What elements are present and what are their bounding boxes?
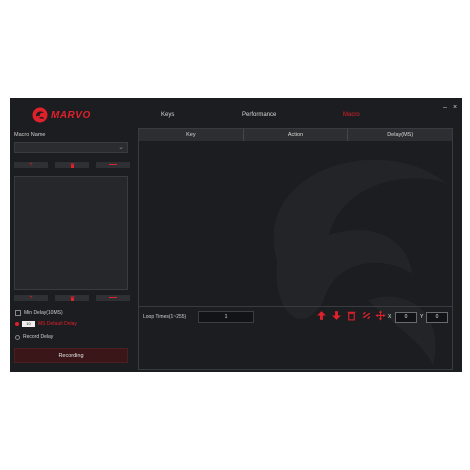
arrow-down-icon[interactable] (331, 310, 342, 321)
y-input[interactable]: 0 (426, 312, 448, 323)
top-bar: MARVO Keys Performance Macro – × (10, 98, 462, 130)
add-event-button[interactable]: + (14, 295, 48, 301)
min-delay-label: Min Delay(10MS) (24, 310, 63, 316)
tab-performance[interactable]: Performance (242, 112, 276, 118)
macro-event-list[interactable] (14, 176, 128, 290)
min-delay-option[interactable]: Min Delay(10MS) (15, 310, 63, 316)
min-delay-checkbox[interactable] (15, 310, 21, 316)
loop-times-label: Loop Times(1~255) (143, 314, 187, 320)
marvo-logo-icon (32, 107, 48, 123)
loop-times-input[interactable]: 1 (198, 311, 254, 323)
record-delay-option[interactable]: Record Delay (15, 334, 53, 340)
column-header-action: Action (244, 129, 349, 141)
default-delay-input[interactable]: 10 (22, 321, 35, 327)
table-header: Key Action Delay(MS) (139, 129, 452, 141)
default-delay-radio[interactable] (15, 322, 19, 326)
record-delay-label: Record Delay (23, 334, 54, 340)
x-label: X (388, 314, 392, 320)
macro-name-select[interactable]: ⌄ (14, 142, 128, 153)
link-icon[interactable] (361, 310, 372, 321)
macro-window: MARVO Keys Performance Macro – × Macro N… (10, 98, 462, 372)
column-header-key: Key (139, 129, 244, 141)
macro-list-buttons: + (14, 162, 130, 168)
y-label: Y (420, 314, 424, 320)
arrow-up-icon[interactable] (316, 310, 327, 321)
trash-icon (70, 296, 74, 301)
tab-macro[interactable]: Macro (343, 112, 360, 118)
remove-event-button[interactable] (96, 295, 130, 301)
remove-macro-button[interactable] (96, 162, 130, 168)
event-list-buttons: + (14, 295, 130, 301)
move-icon[interactable] (375, 310, 386, 321)
minus-icon (109, 297, 117, 298)
delete-macro-button[interactable] (55, 162, 89, 168)
recording-button[interactable]: Recording (14, 348, 128, 363)
macro-sidebar: Macro Name ⌄ + + Min Delay(10MS) 10 MS D… (12, 130, 136, 370)
trash-icon[interactable] (346, 310, 357, 321)
brand-name: MARVO (51, 109, 91, 121)
macro-name-label: Macro Name (14, 132, 46, 138)
x-input[interactable]: 0 (395, 312, 417, 323)
minimize-button[interactable]: – (443, 104, 447, 111)
trash-icon (70, 163, 74, 168)
add-macro-button[interactable]: + (14, 162, 48, 168)
tab-keys[interactable]: Keys (161, 112, 174, 118)
close-button[interactable]: × (453, 104, 457, 111)
delete-event-button[interactable] (55, 295, 89, 301)
default-delay-label: MS Default Delay (38, 321, 77, 327)
loop-toolbar: Loop Times(1~255) 1 X 0 Y 0 (139, 306, 452, 339)
record-delay-radio[interactable] (15, 334, 20, 340)
column-header-delay: Delay(MS) (387, 132, 414, 138)
default-delay-option[interactable]: 10 MS Default Delay (15, 321, 77, 327)
minus-icon (109, 164, 117, 165)
brand: MARVO (32, 107, 91, 123)
chevron-down-icon: ⌄ (118, 144, 124, 151)
macro-table: Key Action Delay(MS) Loop Times(1~255) 1… (138, 128, 453, 370)
